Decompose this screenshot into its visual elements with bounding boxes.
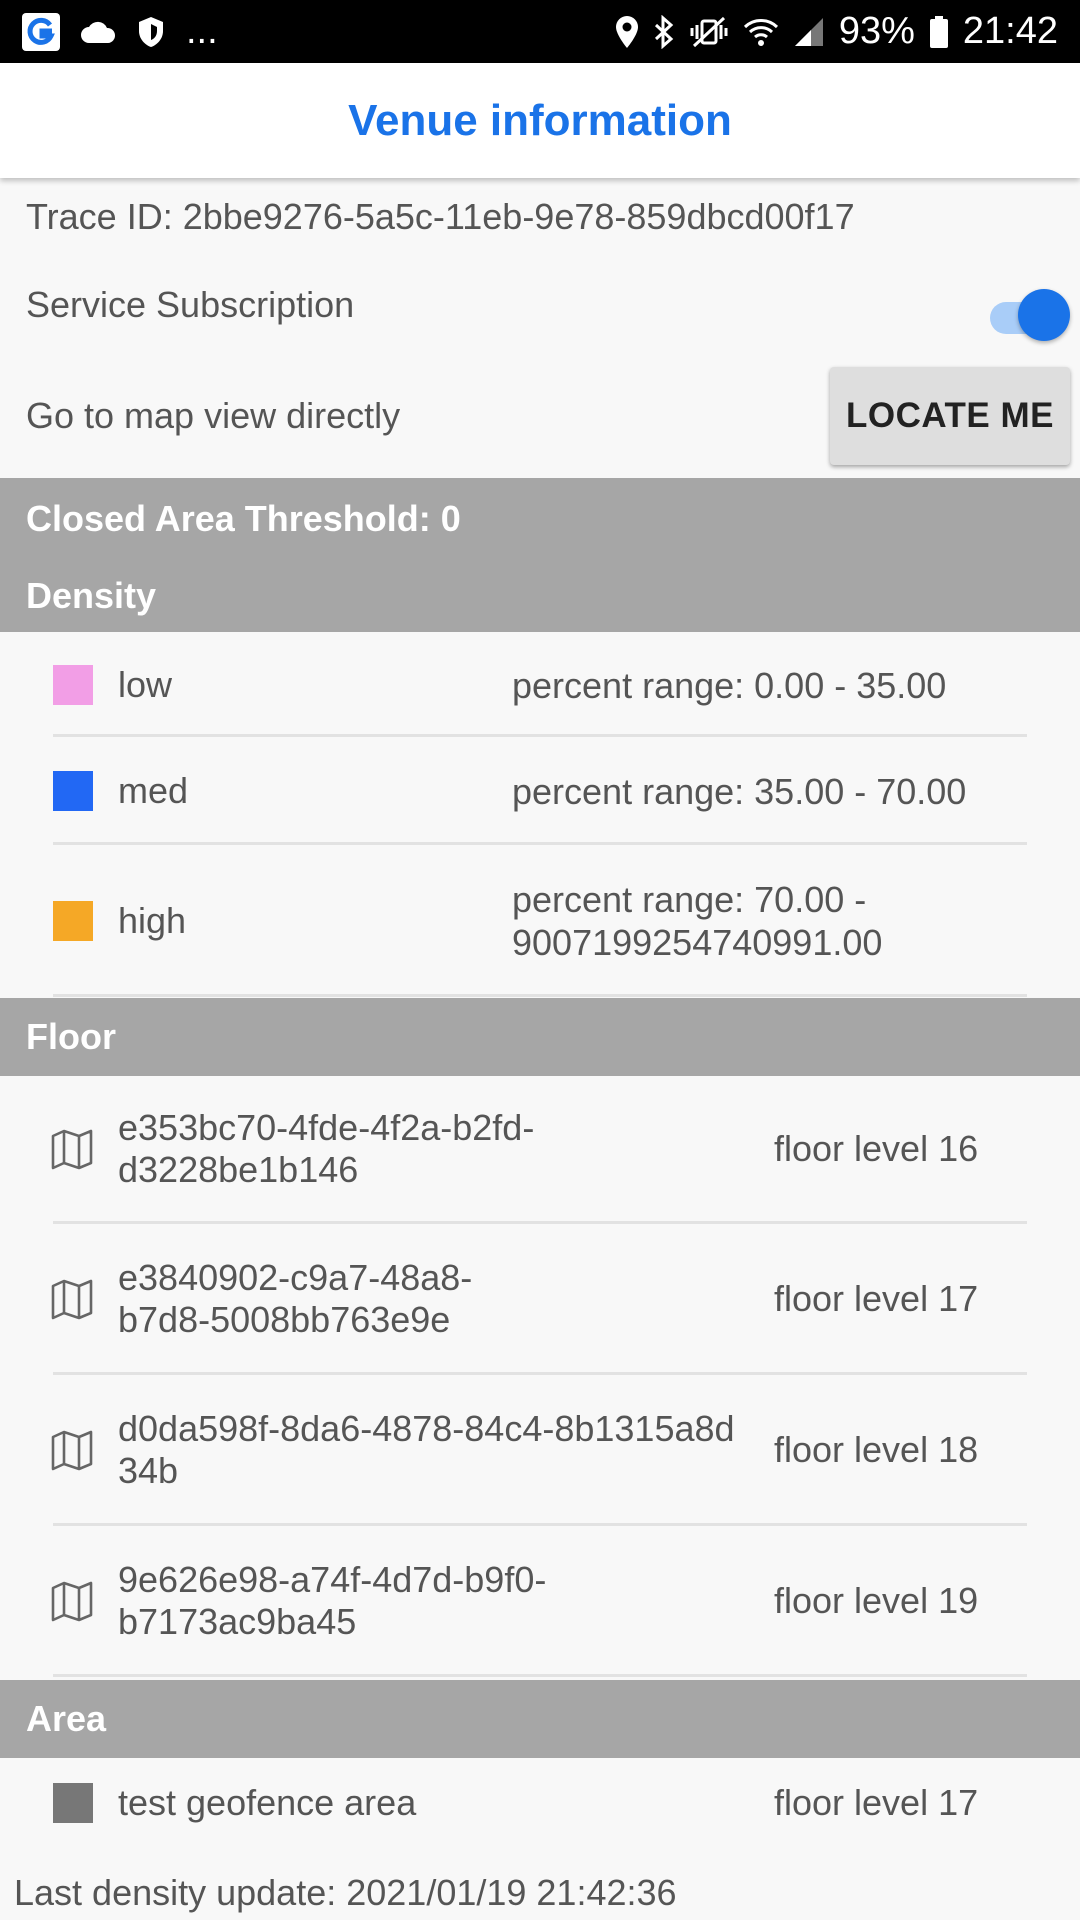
density-item-med[interactable]: med percent range: 35.00 - 70.00 [0, 738, 1080, 844]
floor-level: floor level 16 [774, 1128, 979, 1169]
density-color-swatch [53, 665, 93, 705]
range-line-2: 9007199254740991.00 [512, 922, 883, 963]
floor-item[interactable]: d0da598f-8da6-4878-84c4-8b1315a8d 34b fl… [0, 1376, 1080, 1524]
page-title: Venue information [348, 95, 732, 145]
trace-id-row: Trace ID: 2bbe9276-5a5c-11eb-9e78-859dbc… [0, 182, 1080, 252]
service-subscription-row: Service Subscription [0, 262, 1080, 348]
map-view-label: Go to map view directly [26, 395, 401, 436]
divider [53, 1523, 1027, 1526]
density-level-name: low [118, 664, 173, 705]
battery-percent: 93% [838, 10, 915, 52]
divider [53, 842, 1027, 845]
location-icon [615, 15, 639, 49]
app-bar: Venue information [0, 63, 1080, 178]
density-item-high[interactable]: high percent range: 70.00 - 900719925474… [0, 846, 1080, 996]
floor-level: floor level 18 [774, 1429, 979, 1470]
floor-section-header: Floor [0, 998, 1080, 1076]
cell-signal-icon [793, 16, 825, 48]
floor-item[interactable]: e3840902-c9a7-48a8- b7d8-5008bb763e9e fl… [0, 1225, 1080, 1373]
divider [53, 734, 1027, 737]
area-floor-level: floor level 17 [774, 1782, 979, 1823]
area-color-swatch [53, 1783, 93, 1823]
divider [53, 1221, 1027, 1224]
floor-id-line-1: 9e626e98-a74f-4d7d-b9f0- [118, 1559, 547, 1600]
service-subscription-label: Service Subscription [26, 284, 355, 325]
area-section-header: Area [0, 1680, 1080, 1758]
range-line-1: percent range: 70.00 - [512, 879, 867, 920]
floor-id: e3840902-c9a7-48a8- b7d8-5008bb763e9e [118, 1257, 758, 1341]
floor-id-line-2: d3228be1b146 [118, 1149, 359, 1190]
closed-area-threshold-label: Closed Area Threshold: 0 [26, 498, 461, 539]
shield-icon [136, 15, 166, 49]
map-icon [51, 1581, 93, 1622]
floor-id-line-1: e353bc70-4fde-4f2a-b2fd- [118, 1107, 535, 1148]
battery-icon [929, 15, 949, 49]
last-density-update: Last density update: 2021/01/19 21:42:36 [14, 1872, 677, 1913]
status-time: 21:42 [962, 10, 1058, 52]
area-name: test geofence area [118, 1782, 417, 1823]
area-header: Area [26, 1698, 107, 1739]
floor-id: e353bc70-4fde-4f2a-b2fd- d3228be1b146 [118, 1107, 758, 1191]
floor-level: floor level 19 [774, 1580, 979, 1621]
floor-id: d0da598f-8da6-4878-84c4-8b1315a8d 34b [118, 1408, 758, 1492]
service-subscription-toggle[interactable] [986, 286, 1070, 344]
density-color-swatch [53, 901, 93, 941]
density-header: Density [26, 575, 157, 616]
floor-level: floor level 17 [774, 1278, 979, 1319]
status-bar: ... 93% 21:42 [0, 0, 1080, 63]
floor-item[interactable]: e353bc70-4fde-4f2a-b2fd- d3228be1b146 fl… [0, 1076, 1080, 1222]
floor-id-line-1: d0da598f-8da6-4878-84c4-8b1315a8d [118, 1408, 735, 1449]
cloud-icon [80, 19, 116, 45]
density-section-header: Closed Area Threshold: 0 Density [0, 478, 1080, 632]
map-icon [51, 1430, 93, 1471]
more-notifications-indicator: ... [186, 10, 218, 52]
density-percent-range: percent range: 70.00 - 9007199254740991.… [512, 878, 882, 964]
trace-id-label: Trace ID: 2bbe9276-5a5c-11eb-9e78-859dbc… [26, 196, 855, 237]
density-level-name: high [118, 900, 187, 941]
vibrate-mute-icon [689, 15, 729, 49]
floor-id-line-2: b7d8-5008bb763e9e [118, 1299, 451, 1340]
bluetooth-icon [653, 14, 675, 49]
map-icon [51, 1129, 93, 1170]
density-level-name: med [118, 770, 189, 811]
wifi-icon [743, 15, 779, 49]
floor-id-line-2: 34b [118, 1450, 179, 1491]
divider [53, 994, 1027, 997]
status-bar-right: 93% 21:42 [615, 10, 1058, 53]
area-item[interactable]: test geofence area floor level 17 [0, 1758, 1080, 1848]
density-item-low[interactable]: low percent range: 0.00 - 35.00 [0, 632, 1080, 738]
toggle-thumb [1018, 289, 1070, 341]
floor-id-line-1: e3840902-c9a7-48a8- [118, 1257, 473, 1298]
floor-id-line-2: b7173ac9ba45 [118, 1601, 357, 1642]
density-percent-range: percent range: 0.00 - 35.00 [512, 664, 947, 706]
app-g-icon [22, 12, 60, 51]
locate-me-button[interactable]: LOCATE ME [830, 367, 1070, 465]
map-icon [51, 1279, 93, 1320]
density-percent-range: percent range: 35.00 - 70.00 [512, 770, 967, 812]
floor-header: Floor [26, 1016, 116, 1057]
density-color-swatch [53, 771, 93, 811]
status-bar-left: ... [22, 10, 218, 53]
divider [53, 1372, 1027, 1375]
map-view-row: Go to map view directly LOCATE ME [0, 362, 1080, 470]
divider [53, 1674, 1027, 1677]
floor-id: 9e626e98-a74f-4d7d-b9f0- b7173ac9ba45 [118, 1559, 758, 1643]
floor-item[interactable]: 9e626e98-a74f-4d7d-b9f0- b7173ac9ba45 fl… [0, 1527, 1080, 1675]
